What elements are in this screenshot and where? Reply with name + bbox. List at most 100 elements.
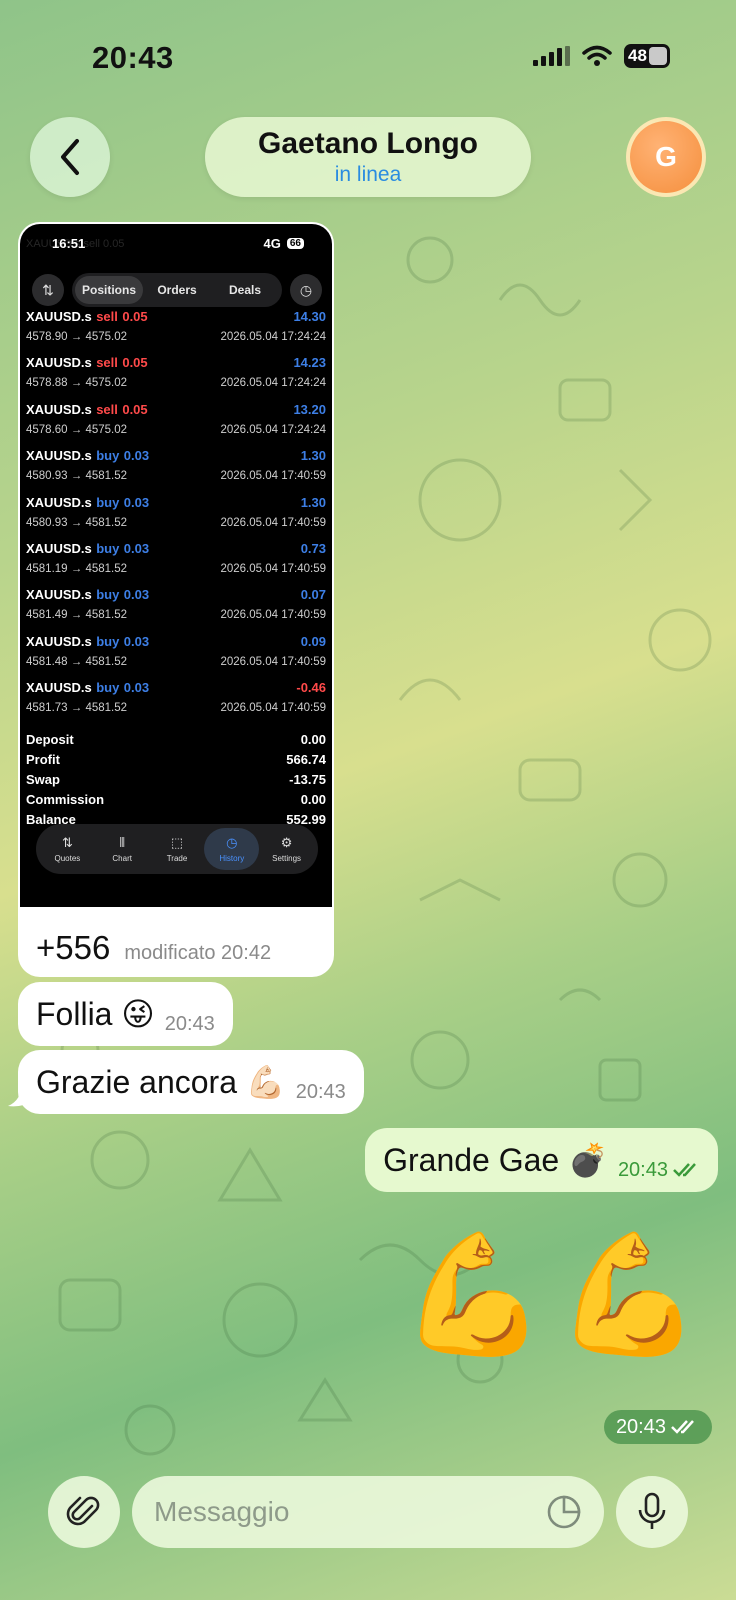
status-icons: 48: [533, 44, 670, 68]
arrows-updown-icon: ⇅: [61, 835, 73, 850]
deal-profit: 0.73: [300, 541, 326, 556]
contact-name: Gaetano Longo: [258, 127, 478, 160]
deal-side: buy: [96, 680, 120, 696]
summary-label: Profit: [26, 752, 60, 767]
attach-button[interactable]: [48, 1476, 120, 1548]
deal-symbol: XAUUSD.s: [26, 587, 92, 603]
nav-item-settings: ⚙ Settings: [259, 828, 314, 870]
screenshot-status-bar: 16:51 4G 66: [20, 230, 332, 256]
deal-volume: 0.03: [123, 494, 150, 510]
deal-profit: 0.09: [300, 633, 326, 649]
deal-time: 2026.05.04 17:40:59: [220, 563, 326, 575]
chat-title[interactable]: Gaetano Longo in linea: [205, 117, 531, 197]
deal-row: XAUUSD.s buy 0.03 1.30 4580.93 → 4581.52 20…: [26, 447, 326, 491]
deal-prices: 4581.73 → 4581.52: [26, 702, 128, 715]
message-text: Grande Gae 💣: [383, 1142, 608, 1178]
deal-symbol: XAUUSD.s: [26, 355, 92, 371]
screenshot-network: 4G: [263, 235, 281, 251]
deal-row: XAUUSD.s buy 0.03 -0.46 4581.73 → 4581.52 2…: [26, 679, 326, 723]
deal-time: 2026.05.04 17:24:24: [220, 377, 326, 390]
deal-profit: 13.20: [293, 401, 326, 417]
summary-row: Profit 566.74: [26, 752, 326, 772]
summary-row: Commission 0.00: [26, 792, 326, 812]
deal-profit: 1.30: [300, 494, 326, 510]
deal-profit: 1.30: [300, 448, 326, 464]
image-message[interactable]: XAUUSD.s sell 0.05 16:51 4G 66 ⇅ Positio…: [18, 222, 334, 977]
deal-prices: 4580.93 → 4581.52: [26, 516, 128, 529]
trading-screenshot[interactable]: XAUUSD.s sell 0.05 16:51 4G 66 ⇅ Positio…: [20, 224, 332, 907]
tab-orders: Orders: [157, 283, 197, 297]
deal-prices: 4578.60 → 4575.02: [26, 423, 128, 436]
incoming-message[interactable]: Grazie ancora 💪🏻 20:43: [18, 1050, 364, 1114]
tab-deals: Deals: [228, 283, 262, 297]
big-emoji-message[interactable]: 💪💪: [400, 1236, 710, 1354]
deal-profit: 14.23: [293, 355, 326, 371]
message-text: Grazie ancora 💪🏻: [36, 1064, 286, 1100]
sticker-time-pill: 20:43: [603, 1410, 712, 1444]
deal-prices: 4580.93 → 4581.52: [26, 470, 128, 483]
summary-value: 566.74: [286, 752, 326, 767]
deal-symbol: XAUUSD.s: [26, 633, 92, 649]
nav-label: Settings: [272, 854, 302, 863]
deal-prices: 4578.88 → 4575.02: [26, 377, 128, 390]
cellular-signal-icon: [533, 46, 570, 66]
nav-item-chart: ⫴ Chart: [95, 828, 150, 870]
deal-volume: 0.03: [123, 633, 150, 649]
back-button[interactable]: [30, 117, 110, 197]
clock-icon: ◷: [290, 274, 322, 306]
deal-prices: 4581.19 → 4581.52: [26, 563, 128, 575]
nav-label: Trade: [166, 854, 188, 863]
deal-symbol: XAUUSD.s: [26, 401, 92, 417]
deal-volume: 0.03: [123, 448, 150, 464]
screenshot-battery: 66: [286, 237, 304, 249]
microphone-icon: [638, 1492, 666, 1529]
account-summary: Deposit 0.00 Profit 566.74 Swap -13.75 Commiss…: [26, 732, 326, 832]
summary-label: Deposit: [26, 732, 74, 747]
deal-side: buy: [96, 448, 120, 464]
sticker-icon[interactable]: [546, 1494, 582, 1530]
deal-row: XAUUSD.s sell 0.05 13.20 4578.60 → 4575.02…: [26, 401, 326, 445]
sort-icon: ⇅: [32, 274, 64, 306]
avatar[interactable]: G: [626, 117, 706, 197]
candles-icon: ⫴: [119, 835, 125, 850]
deal-symbol: XAUUSD.s: [26, 494, 92, 510]
clock-history-icon: ◷: [226, 835, 238, 850]
battery-icon: 48: [624, 44, 670, 68]
message-input-field[interactable]: [132, 1476, 604, 1548]
deal-row: XAUUSD.s buy 0.03 0.07 4581.49 → 4581.52 20…: [26, 586, 326, 630]
deal-row: XAUUSD.s buy 0.03 0.09 4581.48 → 4581.52 20…: [26, 633, 326, 677]
deal-prices: 4581.48 → 4581.52: [26, 655, 128, 668]
wifi-icon: [582, 45, 612, 66]
contact-status: in linea: [334, 163, 402, 186]
voice-record-button[interactable]: [616, 1476, 688, 1548]
deal-row: XAUUSD.s buy 0.03 0.73 4581.19 → 4581.52 20…: [26, 540, 326, 584]
nav-label: Chart: [112, 854, 132, 863]
message-input[interactable]: [154, 1496, 546, 1528]
incoming-message[interactable]: Follia 😜 20:43: [18, 982, 233, 1046]
deal-prices: 4578.90 → 4575.02: [26, 331, 128, 343]
deal-volume: 0.03: [123, 541, 150, 556]
summary-label: Swap: [26, 772, 60, 787]
summary-label: Commission: [26, 792, 105, 807]
deal-prices: 4581.49 → 4581.52: [26, 609, 128, 622]
outgoing-message[interactable]: Grande Gae 💣 20:43: [365, 1128, 718, 1192]
deal-side: buy: [96, 587, 120, 603]
deal-volume: 0.05: [122, 355, 148, 371]
screenshot-nav-bar: ⇅ Quotes ⫴ Chart ⬚ Trade ◷ History ⚙ Settings: [36, 824, 318, 874]
status-time: 20:43: [92, 40, 174, 75]
deal-side: sell: [96, 309, 118, 324]
deal-side: buy: [96, 494, 120, 510]
tab-positions: Positions: [75, 276, 143, 304]
deal-row: XAUUSD.s sell 0.05 14.30 4578.90 → 4575.02…: [26, 308, 326, 352]
message-time: 20:43: [164, 1012, 215, 1035]
message-time: 20:43: [615, 1415, 666, 1438]
trend-chart-icon: ⬚: [170, 835, 184, 850]
nav-label: History: [219, 854, 245, 863]
deal-symbol: XAUUSD.s: [26, 309, 92, 324]
screenshot-toolbar: ⇅ Positions Orders Deals ◷: [32, 272, 322, 308]
summary-row: Deposit 0.00: [26, 732, 326, 752]
message-time-read: 20:43: [618, 1159, 702, 1182]
deal-side: sell: [96, 401, 118, 417]
message-text: Follia 😜: [36, 996, 155, 1032]
deal-side: sell: [96, 355, 118, 371]
